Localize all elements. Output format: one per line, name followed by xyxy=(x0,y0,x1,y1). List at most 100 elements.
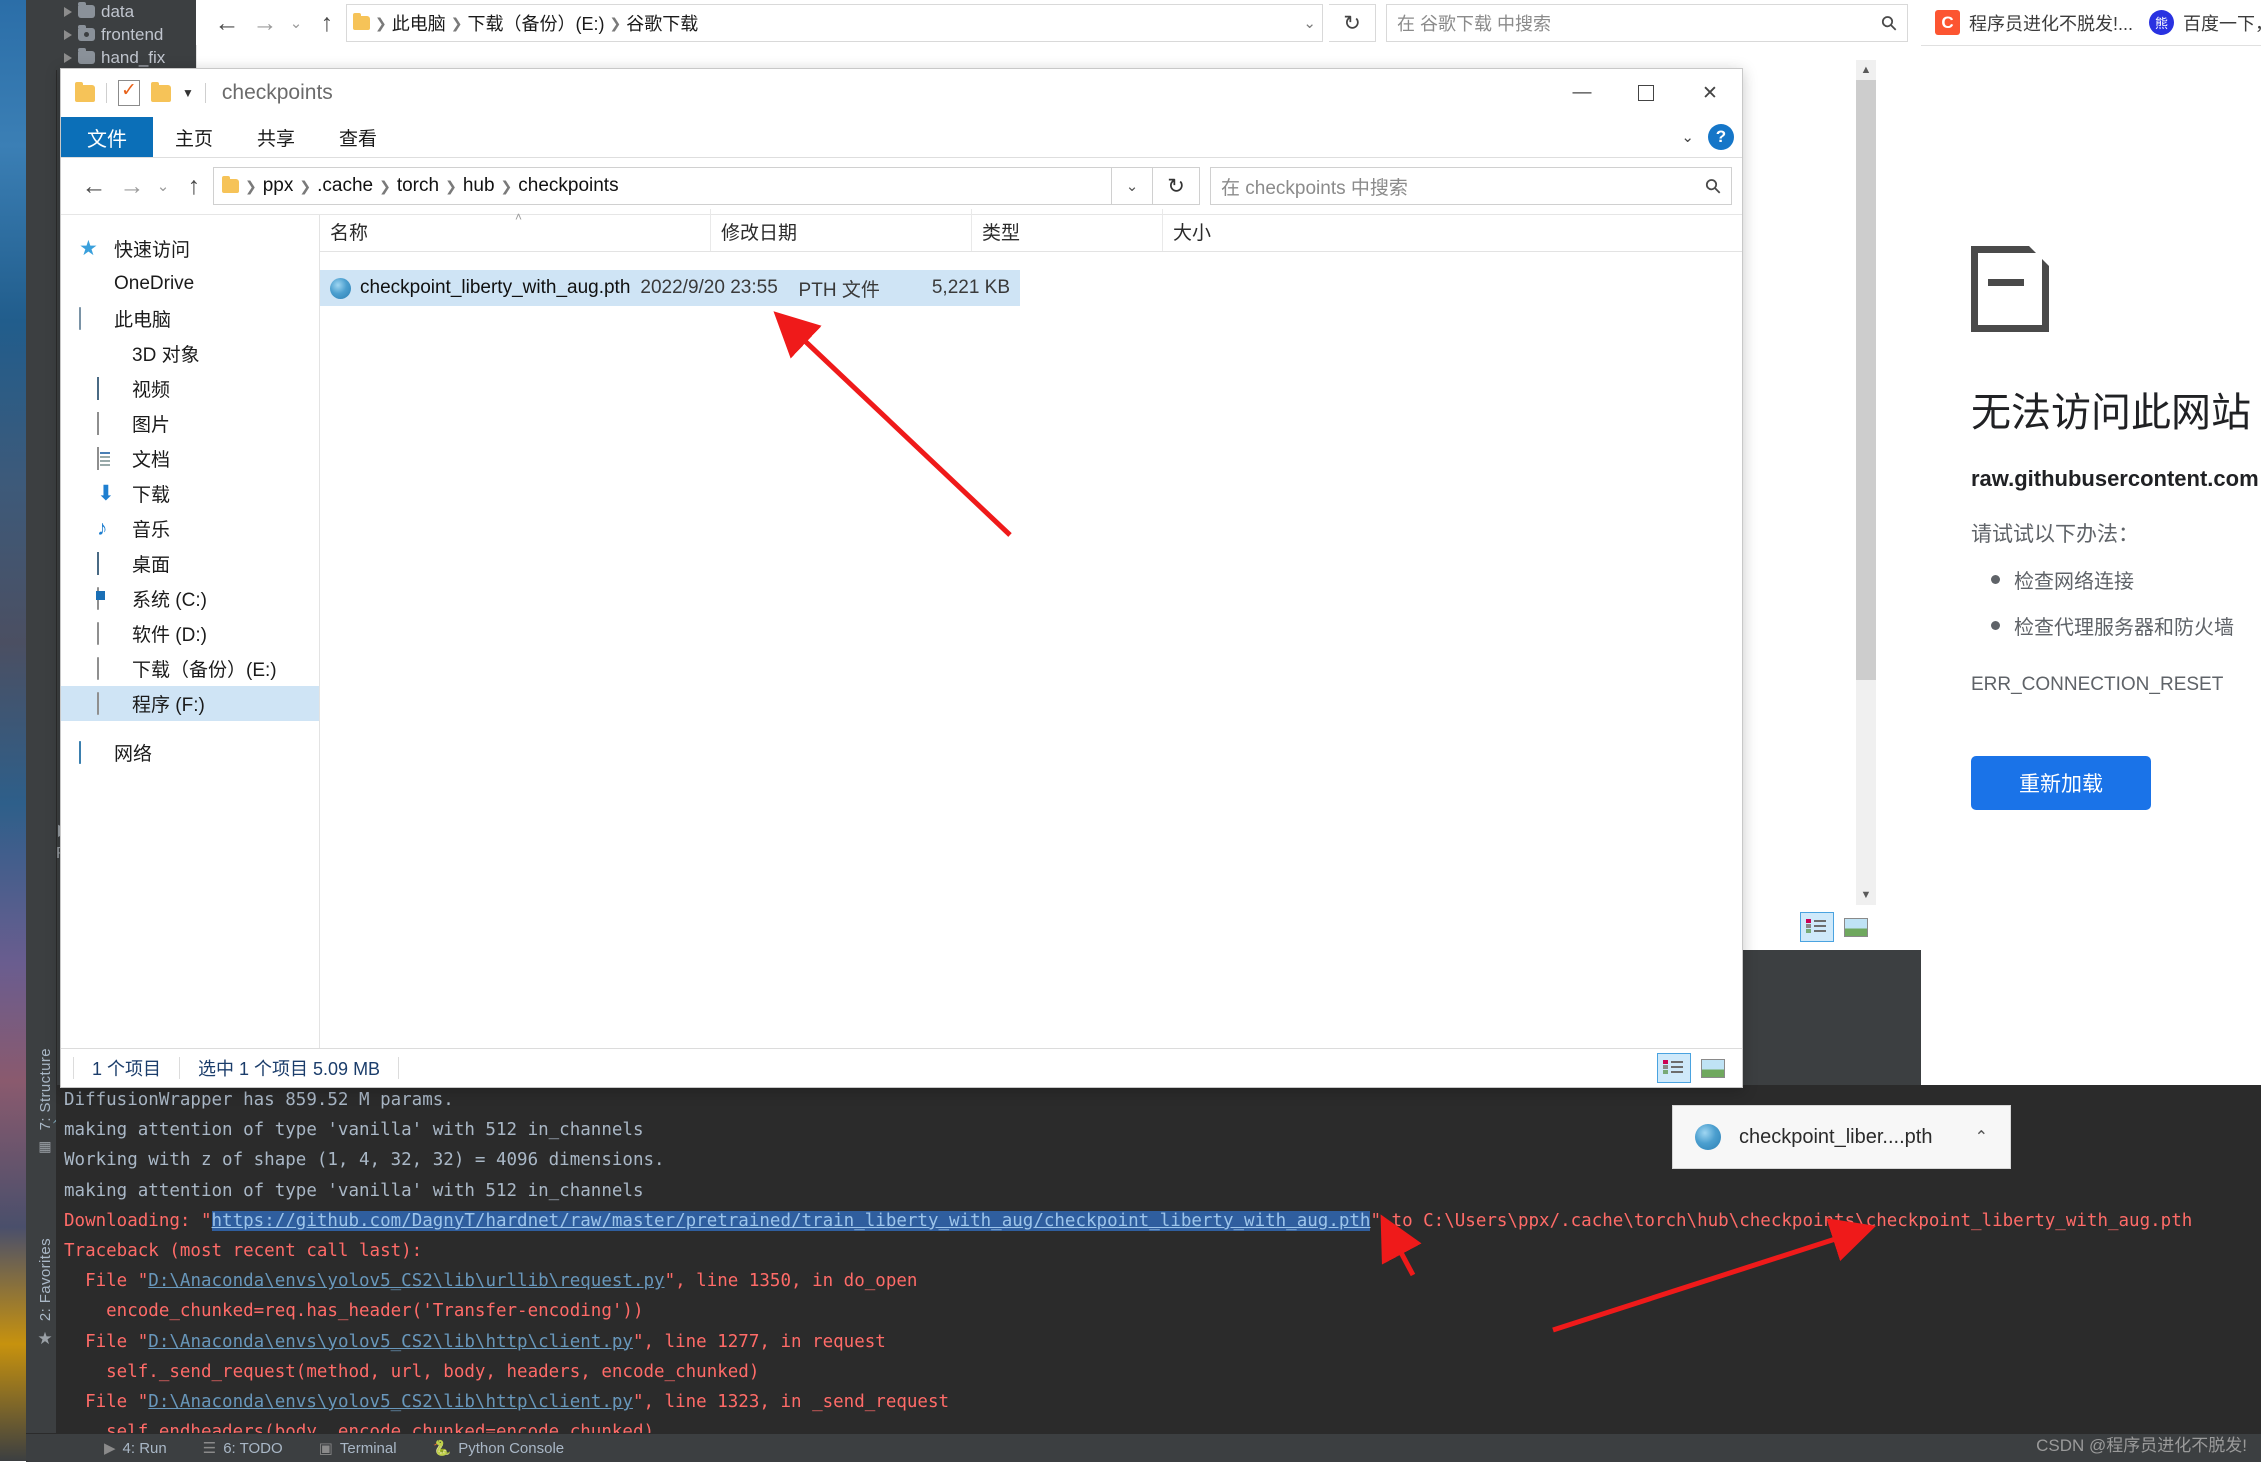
up-arrow-icon[interactable]: ↑ xyxy=(175,166,213,206)
refresh-icon[interactable]: ↻ xyxy=(1329,4,1376,42)
sidebar-item-desktop[interactable]: 桌面 xyxy=(61,546,319,581)
breadcrumb-item[interactable]: 谷歌下载 xyxy=(626,10,698,36)
minimize-icon[interactable]: — xyxy=(1550,69,1614,117)
sidebar-item-videos[interactable]: 视频 xyxy=(61,371,319,406)
address-dropdown-icon[interactable]: ⌄ xyxy=(1112,167,1153,205)
chevron-up-icon[interactable]: ⌃ xyxy=(1975,1127,1988,1147)
column-header-size[interactable]: 大小 xyxy=(1162,209,1333,251)
browser-tab-strip: C 程序员进化不脱发!... 熊 百度一下， xyxy=(1921,0,2261,46)
scrollbar-thumb[interactable] xyxy=(1856,80,1876,680)
breadcrumb-separator: ❯ xyxy=(445,177,457,194)
breadcrumb-item[interactable]: hub xyxy=(463,175,495,197)
refresh-icon[interactable]: ↻ xyxy=(1153,167,1200,205)
sidebar-item-documents[interactable]: 文档 xyxy=(61,441,319,476)
close-icon[interactable]: ✕ xyxy=(1678,69,1742,117)
frame-path-link[interactable]: D:\Anaconda\envs\yolov5_CS2\lib\urllib\r… xyxy=(148,1271,664,1291)
breadcrumb-item[interactable]: ppx xyxy=(263,175,294,197)
details-view-icon[interactable] xyxy=(1657,1053,1691,1083)
checkpoints-view-buttons xyxy=(1657,1053,1730,1083)
browser-tab-csdn[interactable]: C 程序员进化不脱发!... xyxy=(1935,10,2133,36)
traceback-header: Traceback (most recent call last): xyxy=(64,1241,423,1262)
background-address-bar[interactable]: ❯ 此电脑 ❯ 下载（备份）(E:) ❯ 谷歌下载 ⌄ xyxy=(346,4,1323,42)
expand-triangle-icon[interactable] xyxy=(64,6,72,17)
frame-path-link[interactable]: D:\Anaconda\envs\yolov5_CS2\lib\http\cli… xyxy=(148,1332,633,1352)
tab-file[interactable]: 文件 xyxy=(61,117,153,157)
traceback-frame: File "D:\Anaconda\envs\yolov5_CS2\lib\ht… xyxy=(56,1387,2261,1417)
help-icon[interactable]: ? xyxy=(1708,124,1734,150)
expand-triangle-icon[interactable] xyxy=(64,52,72,63)
download-suffix: " to C:\Users\ppx/.cache\torch\hub\check… xyxy=(1370,1210,2193,1231)
expand-triangle-icon[interactable] xyxy=(64,29,72,40)
large-icons-view-icon[interactable] xyxy=(1696,1053,1730,1083)
browser-tab-baidu[interactable]: 熊 百度一下， xyxy=(2149,10,2261,36)
sidebar-item-drive-d[interactable]: 软件 (D:) xyxy=(61,616,319,651)
column-header-name[interactable]: ˄ 名称 xyxy=(320,209,710,251)
file-list-pane[interactable]: ˄ 名称 修改日期 类型 大小 checkpoint_liberty_with_… xyxy=(319,209,1742,1070)
checkpoints-search-input[interactable]: 在 checkpoints 中搜索 ⚲ xyxy=(1210,167,1732,205)
sidebar-item-music[interactable]: ♪ 音乐 xyxy=(61,511,319,546)
scroll-up-icon[interactable]: ▲ xyxy=(1856,60,1876,80)
back-arrow-icon[interactable]: ← xyxy=(75,166,113,206)
search-icon[interactable]: ⚲ xyxy=(1876,9,1904,37)
divider xyxy=(106,83,107,103)
sidebar-item-drive-e[interactable]: 下载（备份）(E:) xyxy=(61,651,319,686)
console-download-line: Downloading: "https://github.com/DagnyT/… xyxy=(56,1206,2261,1236)
background-explorer-scrollbar[interactable]: ▲ ▼ xyxy=(1856,60,1876,905)
chevron-down-icon[interactable]: ⌄ xyxy=(1681,128,1694,146)
tab-terminal[interactable]: ▣ Terminal xyxy=(319,1439,397,1458)
column-header-modified[interactable]: 修改日期 xyxy=(710,209,971,251)
new-folder-icon[interactable] xyxy=(151,81,171,102)
background-search-input[interactable]: 在 谷歌下载 中搜索 ⚲ xyxy=(1386,4,1908,42)
checkpoints-address-bar[interactable]: ❯ ppx ❯ .cache ❯ torch ❯ hub ❯ checkpoin… xyxy=(213,167,1112,205)
chevron-down-icon[interactable]: ⌄ xyxy=(1303,14,1316,32)
search-icon[interactable]: ⚲ xyxy=(1700,172,1728,200)
frame-path-link[interactable]: D:\Anaconda\envs\yolov5_CS2\lib\http\cli… xyxy=(148,1392,633,1412)
sidebar-item-this-pc[interactable]: 此电脑 xyxy=(61,301,319,336)
customize-dropdown-icon[interactable]: ▼ xyxy=(182,86,194,100)
download-url-link[interactable]: https://github.com/DagnyT/hardnet/raw/ma… xyxy=(211,1210,1371,1231)
scroll-down-icon[interactable]: ▼ xyxy=(1856,885,1876,905)
download-shelf-item[interactable]: checkpoint_liber....pth ⌃ xyxy=(1672,1105,2011,1169)
sidebar-item-3d-objects[interactable]: 3D 对象 xyxy=(61,336,319,371)
forward-arrow-icon[interactable]: → xyxy=(246,3,284,43)
breadcrumb-item[interactable]: checkpoints xyxy=(518,175,618,197)
breadcrumb-item[interactable]: torch xyxy=(397,175,439,197)
tab-share[interactable]: 共享 xyxy=(235,117,317,157)
sidebar-item-pictures[interactable]: 图片 xyxy=(61,406,319,441)
tab-view[interactable]: 查看 xyxy=(317,117,399,157)
folder-icon xyxy=(222,176,239,193)
sidebar-item-drive-f[interactable]: 程序 (F:) xyxy=(61,686,319,721)
details-view-icon[interactable] xyxy=(1800,912,1834,942)
back-arrow-icon[interactable]: ← xyxy=(208,3,246,43)
network-icon xyxy=(79,740,103,764)
folder-icon xyxy=(353,13,370,30)
folder-icon[interactable] xyxy=(75,81,95,102)
sidebar-item-network[interactable]: 网络 xyxy=(61,735,319,770)
sidebar-item-downloads[interactable]: ⬇ 下载 xyxy=(61,476,319,511)
tab-run[interactable]: ▶ 4: Run xyxy=(104,1439,167,1458)
breadcrumb-item[interactable]: 下载（备份）(E:) xyxy=(467,10,604,36)
tab-todo[interactable]: ☰ 6: TODO xyxy=(203,1439,283,1458)
maximize-icon[interactable] xyxy=(1614,69,1678,117)
chevron-down-icon[interactable]: ⌄ xyxy=(284,3,308,43)
frame-suffix: ", line 1323, in _send_request xyxy=(632,1392,950,1413)
sidebar-item-system-drive[interactable]: 系统 (C:) xyxy=(61,581,319,616)
checkpoints-title-bar[interactable]: ▼ checkpoints — ✕ xyxy=(61,69,1742,117)
tab-home[interactable]: 主页 xyxy=(153,117,235,157)
forward-arrow-icon[interactable]: → xyxy=(113,166,151,206)
sidebar-item-quick-access[interactable]: ★ 快速访问 xyxy=(61,231,319,266)
reload-button[interactable]: 重新加载 xyxy=(1971,756,2151,810)
table-row[interactable]: checkpoint_liberty_with_aug.pth 2022/9/2… xyxy=(320,270,1020,306)
tab-python-console[interactable]: 🐍 Python Console xyxy=(433,1439,565,1458)
up-arrow-icon[interactable]: ↑ xyxy=(308,3,346,43)
bullet-icon xyxy=(1991,621,2000,630)
properties-icon[interactable] xyxy=(118,79,140,106)
breadcrumb-item[interactable]: 此电脑 xyxy=(392,10,446,36)
column-header-type[interactable]: 类型 xyxy=(971,209,1162,251)
large-icons-view-icon[interactable] xyxy=(1839,912,1873,942)
sidebar-item-onedrive[interactable]: OneDrive xyxy=(61,266,319,301)
breadcrumb-item[interactable]: .cache xyxy=(317,175,373,197)
browser-error-page: 无法访问此网站 raw.githubusercontent.com 请试试以下办… xyxy=(1921,46,2261,810)
desktop-icon xyxy=(97,551,121,575)
chevron-down-icon[interactable]: ⌄ xyxy=(151,166,175,206)
